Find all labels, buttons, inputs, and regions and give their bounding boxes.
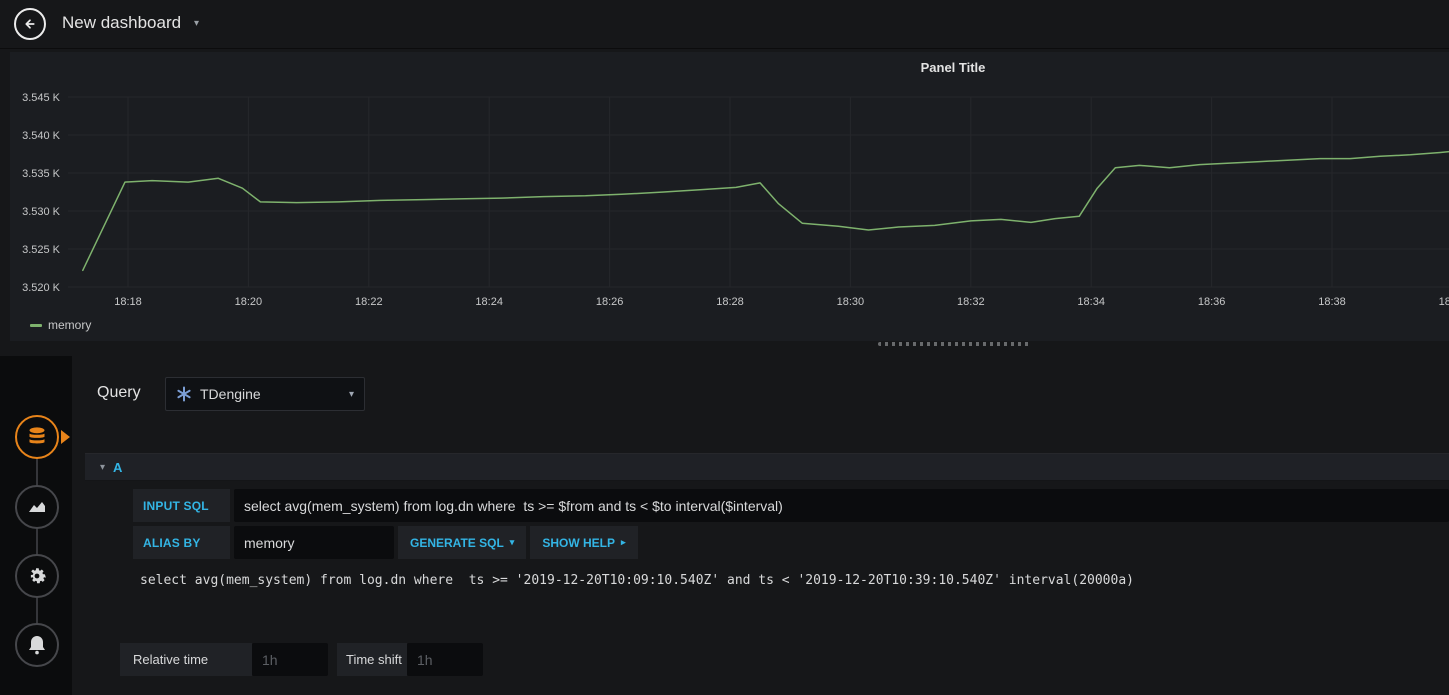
grafana-edit-page: New dashboard ▾ Panel Title 3.545 K 3.540… — [0, 0, 1449, 695]
svg-text:3.535 K: 3.535 K — [22, 168, 61, 180]
gear-icon — [30, 568, 46, 584]
tab-general[interactable] — [15, 554, 59, 598]
relative-time-field[interactable] — [252, 643, 328, 676]
chevron-down-icon: ▾ — [509, 537, 515, 547]
legend-series-label[interactable]: memory — [48, 318, 91, 332]
horizontal-scrollbar[interactable] — [878, 342, 1030, 346]
relative-time-label: Relative time — [120, 643, 252, 676]
database-icon — [29, 427, 45, 444]
svg-text:18:26: 18:26 — [596, 296, 624, 308]
svg-text:3.530 K: 3.530 K — [22, 206, 61, 218]
chevron-down-icon: ▾ — [348, 388, 354, 400]
tab-alert[interactable] — [15, 623, 59, 667]
svg-text:18:38: 18:38 — [1318, 296, 1346, 308]
query-section-label: Query — [97, 384, 141, 401]
query-ref-row[interactable]: ▾ A — [85, 453, 1449, 481]
generate-sql-label: GENERATE SQL — [410, 535, 504, 550]
dashboard-title[interactable]: New dashboard — [62, 13, 181, 33]
dashboard-top-bar: New dashboard ▾ — [0, 0, 1449, 48]
svg-text:3.525 K: 3.525 K — [22, 244, 61, 256]
query-options-row: Relative time Time shift — [120, 643, 483, 676]
alias-by-field[interactable] — [234, 526, 394, 559]
tab-connector-line — [36, 437, 38, 645]
svg-text:18:32: 18:32 — [957, 296, 985, 308]
time-series-chart[interactable]: 3.545 K 3.540 K 3.535 K 3.530 K 3.525 K 3.520… — [10, 52, 1449, 314]
show-help-label: SHOW HELP — [542, 535, 615, 550]
svg-text:18:28: 18:28 — [716, 296, 744, 308]
show-help-button[interactable]: SHOW HELP ▸ — [530, 526, 638, 559]
svg-text:18:36: 18:36 — [1198, 296, 1226, 308]
generate-sql-button[interactable]: GENERATE SQL ▾ — [398, 526, 527, 559]
legend-swatch — [30, 323, 42, 327]
chevron-down-icon[interactable]: ▾ — [194, 18, 199, 29]
tab-visualization[interactable] — [15, 485, 59, 529]
svg-text:18:22: 18:22 — [355, 296, 383, 308]
back-button[interactable] — [14, 8, 46, 40]
datasource-picker[interactable]: TDengine ▾ — [165, 377, 365, 411]
input-sql-label: INPUT SQL — [133, 489, 230, 522]
alias-by-row: ALIAS BY GENERATE SQL ▾ SHOW HELP ▸ — [133, 526, 638, 559]
svg-text:18:30: 18:30 — [837, 296, 865, 308]
svg-text:18:20: 18:20 — [235, 296, 263, 308]
collapse-caret-icon[interactable]: ▾ — [100, 462, 105, 473]
input-sql-row: INPUT SQL — [133, 489, 1449, 522]
svg-text:3.545 K: 3.545 K — [22, 92, 61, 104]
generated-sql-text: select avg(mem_system) from log.dn where… — [140, 573, 1134, 588]
svg-text:18:18: 18:18 — [114, 296, 142, 308]
chevron-right-icon: ▸ — [621, 537, 626, 547]
svg-text:3.540 K: 3.540 K — [22, 130, 61, 142]
svg-text:18:24: 18:24 — [475, 296, 503, 308]
chart-legend[interactable]: memory — [30, 318, 91, 332]
svg-text:3.520 K: 3.520 K — [22, 282, 61, 294]
active-tab-arrow-icon — [61, 430, 70, 444]
bell-icon — [29, 636, 45, 655]
time-shift-label: Time shift — [337, 643, 407, 676]
input-sql-field[interactable] — [234, 489, 1449, 522]
time-shift-field[interactable] — [407, 643, 483, 676]
query-ref-id: A — [113, 459, 123, 475]
svg-text:18:40: 18:40 — [1439, 296, 1449, 308]
chart-icon — [29, 502, 45, 512]
tdengine-logo-icon — [177, 386, 191, 402]
svg-text:18:34: 18:34 — [1077, 296, 1105, 308]
panel: Panel Title 3.545 K 3.540 K 3.535 K 3.530 K… — [10, 52, 1449, 341]
tab-queries[interactable] — [15, 415, 59, 459]
datasource-name: TDengine — [200, 386, 261, 402]
alias-by-label: ALIAS BY — [133, 526, 230, 559]
arrow-left-icon — [25, 19, 35, 29]
